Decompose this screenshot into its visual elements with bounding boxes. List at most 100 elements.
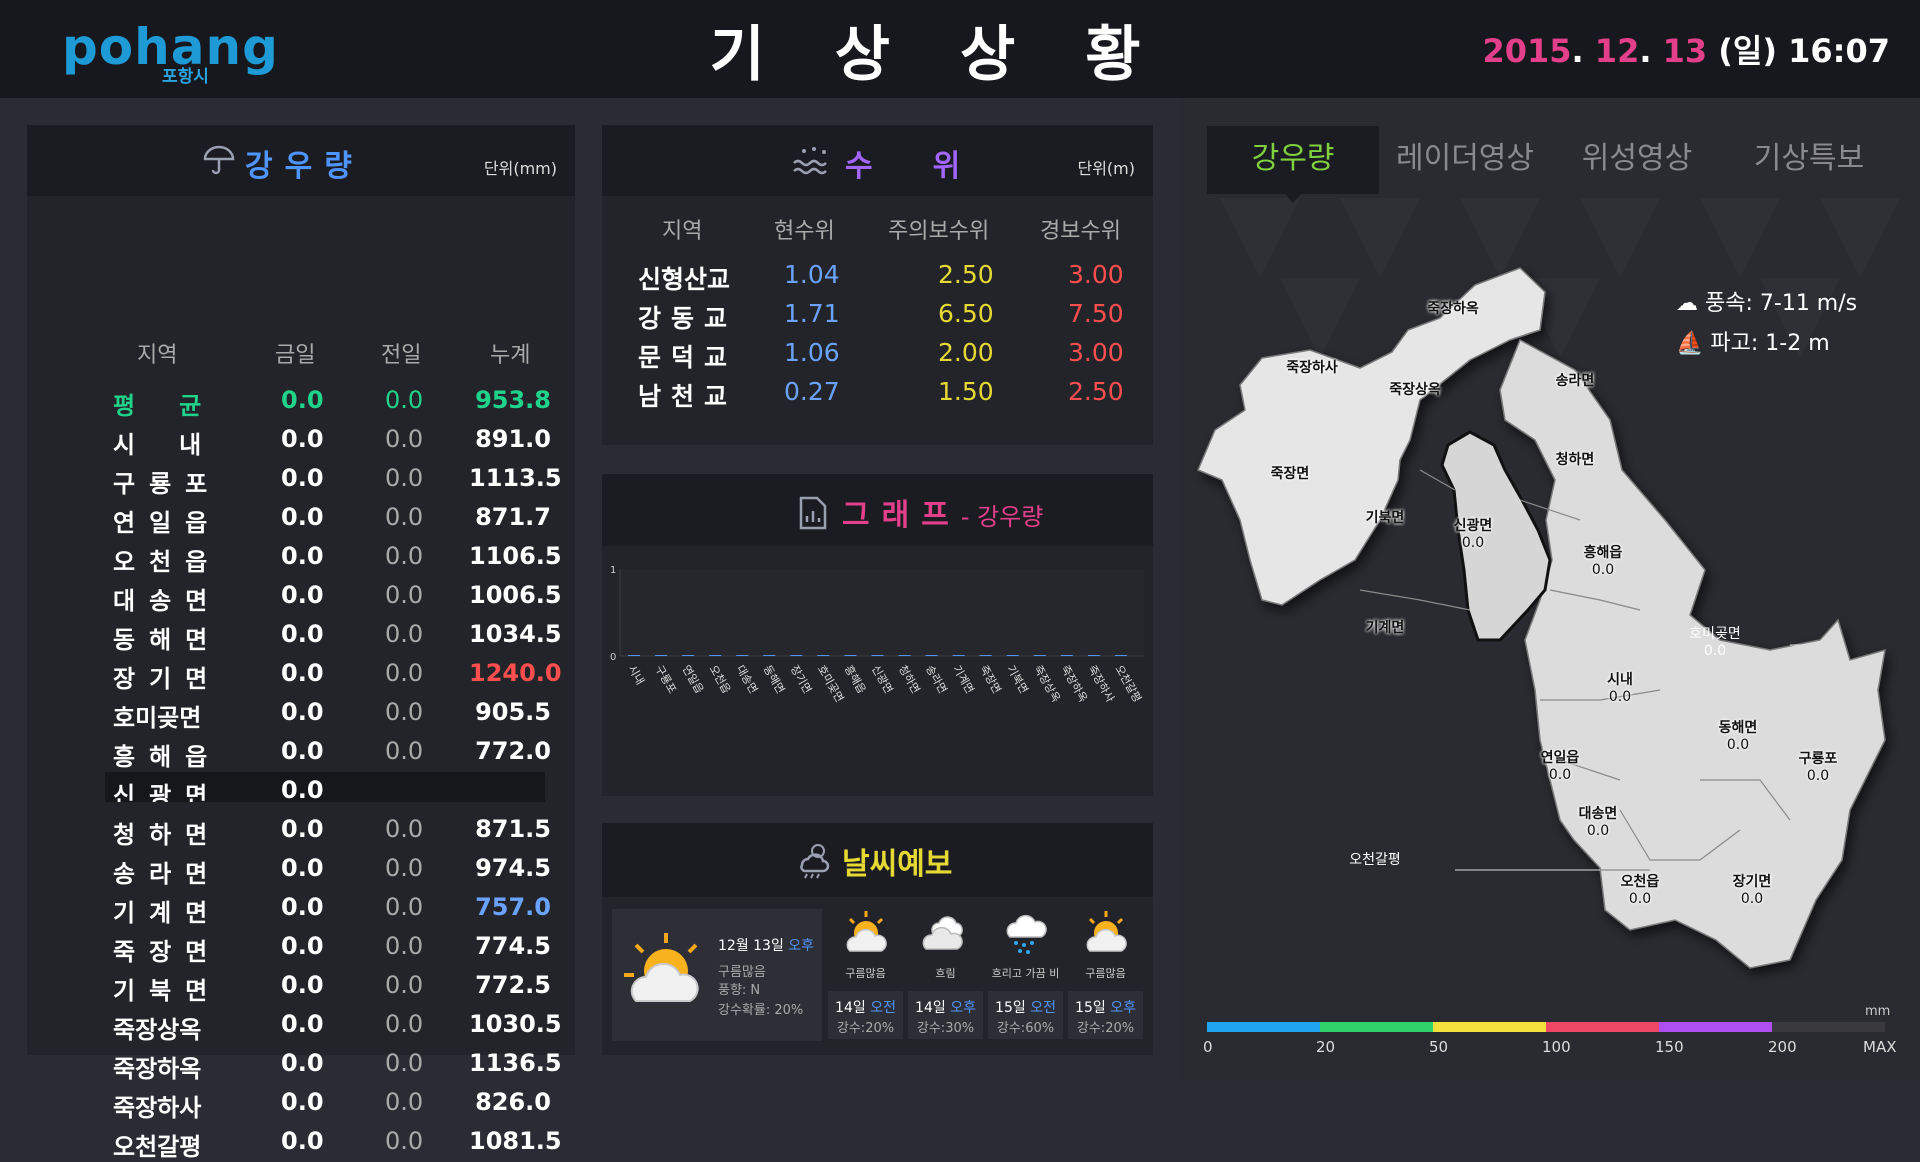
forecast-item[interactable]: 구름많음 15일 오후 강수:20%	[1068, 909, 1143, 1041]
chart-bar[interactable]	[736, 655, 749, 656]
rainfall-row[interactable]: 죽장상옥 0.0 0.0 1030.5	[113, 1006, 562, 1044]
chart-bar[interactable]	[1087, 655, 1100, 656]
rainfall-row[interactable]: 시내 0.0 0.0 891.0	[113, 421, 551, 459]
map-tab[interactable]: 기상특보	[1723, 126, 1895, 194]
graph-title: 그래프- 강우량	[842, 490, 1043, 534]
chart-bar[interactable]	[763, 655, 776, 656]
chart-x-tick: 연일읍	[680, 663, 707, 696]
today-wind: 풍향: N	[718, 983, 761, 998]
map-tab[interactable]: 레이더영상	[1379, 126, 1551, 194]
map-region-label[interactable]: 동해면 0.0	[1698, 720, 1778, 754]
map-region-label[interactable]: 대송면 0.0	[1558, 806, 1638, 840]
chart-bar[interactable]	[817, 655, 830, 656]
chart-bar[interactable]	[979, 655, 992, 656]
rainfall-row[interactable]: 오천갈평 0.0 0.0 1081.5	[113, 1123, 562, 1161]
cloud-rain-icon	[1000, 909, 1052, 961]
map-region-name: 연일읍	[1540, 750, 1580, 766]
water-level-row[interactable]: 신형산교 1.04 2.50 3.00	[638, 260, 1138, 298]
forecast-today[interactable]: 12월 13일 오후 구름많음 풍향: N 강수확률: 20%	[612, 909, 822, 1041]
rainfall-row[interactable]: 구룡포 0.0 0.0 1113.5	[113, 460, 562, 498]
rainfall-row[interactable]: 오천읍 0.0 0.0 1106.5	[113, 538, 562, 576]
chart-bar[interactable]	[844, 655, 857, 656]
rainfall-region: 죽장면	[113, 938, 222, 966]
map-region-label[interactable]: 오천읍 0.0	[1600, 874, 1680, 908]
rainfall-total: 1081.5	[469, 1127, 562, 1155]
chart-bar[interactable]	[655, 655, 668, 656]
rainfall-row[interactable]: 신광면 0.0	[105, 772, 545, 802]
water-level-row[interactable]: 강동교 1.71 6.50 7.50	[638, 299, 1138, 337]
rainfall-row[interactable]: 기계면 0.0 0.0 757.0	[113, 889, 551, 927]
chart-bar[interactable]	[1060, 655, 1073, 656]
rainfall-today: 0.0	[281, 659, 324, 687]
map-region-label[interactable]: 기북면	[1345, 510, 1425, 527]
map-region-label[interactable]: 신광면 0.0	[1433, 518, 1513, 552]
forecast-item[interactable]: 흐림 14일 오후 강수:30%	[908, 909, 983, 1041]
rainfall-region: 장기면	[113, 665, 222, 693]
cloud-sun-icon	[840, 909, 892, 961]
forecast-item[interactable]: 흐리고 가끔 비 15일 오전 강수:60%	[988, 909, 1063, 1041]
rainfall-row[interactable]: 동해면 0.0 0.0 1034.5	[113, 616, 562, 654]
map-region-label[interactable]: 장기면 0.0	[1712, 874, 1792, 908]
rainfall-row[interactable]: 청하면 0.0 0.0 871.5	[113, 811, 551, 849]
pohang-logo[interactable]: pohang 포항시	[62, 18, 278, 88]
map-region-name: 오천갈평	[1349, 852, 1401, 868]
chart-bar[interactable]	[1006, 655, 1019, 656]
logo-subtitle: 포항시	[162, 67, 209, 87]
rainfall-row[interactable]: 죽장하사 0.0 0.0 826.0	[113, 1084, 551, 1122]
forecast-date: 15일 오전	[995, 1000, 1056, 1016]
map-tab[interactable]: 강우량	[1207, 126, 1379, 194]
map-region-name: 동해면	[1718, 720, 1758, 736]
rainfall-row[interactable]: 죽장하옥 0.0 0.0 1136.5	[113, 1045, 562, 1083]
rainfall-row[interactable]: 기북면 0.0 0.0 772.5	[113, 967, 551, 1005]
chart-bar[interactable]	[790, 655, 803, 656]
rainfall-row[interactable]: 연일읍 0.0 0.0 871.7	[113, 499, 551, 537]
chart-bar[interactable]	[709, 655, 722, 656]
map-region-label[interactable]: 죽장면	[1250, 466, 1330, 483]
rainfall-row[interactable]: 죽장면 0.0 0.0 774.5	[113, 928, 551, 966]
map-tab[interactable]: 위성영상	[1551, 126, 1723, 194]
chart-bar[interactable]	[682, 655, 695, 656]
map-region-label[interactable]: 죽장상옥	[1375, 382, 1455, 399]
rainfall-row[interactable]: 평균 0.0 0.0 953.8	[113, 382, 551, 420]
water-level-watch: 2.00	[938, 338, 994, 367]
rainfall-row[interactable]: 장기면 0.0 0.0 1240.0	[113, 655, 562, 693]
chart-bar[interactable]	[628, 655, 640, 656]
rainfall-prev: 0.0	[385, 854, 424, 882]
map-region-label[interactable]: 죽장하사	[1272, 360, 1352, 377]
rainfall-region: 죽장하옥	[113, 1055, 202, 1083]
rainfall-total: 1106.5	[469, 542, 562, 570]
map-region-label[interactable]: 구룡포 0.0	[1778, 751, 1858, 785]
rainfall-row[interactable]: 대송면 0.0 0.0 1006.5	[113, 577, 562, 615]
chart-bar[interactable]	[1033, 655, 1046, 656]
map-region-label[interactable]: 기계면	[1345, 620, 1425, 637]
map-region-label[interactable]: 흥해읍 0.0	[1563, 545, 1643, 579]
water-level-warning: 7.50	[1068, 299, 1124, 328]
map-region-label[interactable]: 죽장하옥	[1413, 301, 1493, 318]
legend-tick: 200	[1768, 1038, 1797, 1056]
rainfall-today: 0.0	[281, 932, 324, 960]
forecast-title: 날씨예보	[842, 847, 953, 882]
map-region-label[interactable]: 오천갈평	[1335, 852, 1415, 869]
map-region-name: 기북면	[1365, 510, 1405, 526]
map-region-label[interactable]: 청하면	[1535, 452, 1615, 469]
rainfall-row[interactable]: 호미곶면 0.0 0.0 905.5	[113, 694, 551, 732]
rainfall-row[interactable]: 흥해읍 0.0 0.0 772.0	[113, 733, 551, 771]
chart-bar[interactable]	[898, 655, 911, 656]
water-level-row[interactable]: 문덕교 1.06 2.00 3.00	[638, 338, 1138, 376]
map-region-label[interactable]: 연일읍 0.0	[1520, 750, 1600, 784]
rainfall-row[interactable]: 송라면 0.0 0.0 974.5	[113, 850, 551, 888]
map-region-label[interactable]: 시내 0.0	[1580, 672, 1660, 706]
chart-bar[interactable]	[871, 655, 884, 656]
chart-bar[interactable]	[925, 655, 938, 656]
rainfall-total: 891.0	[475, 425, 551, 453]
map-region-label[interactable]: 송라면	[1535, 373, 1615, 390]
map-region-label[interactable]: 호미곶면 0.0	[1675, 626, 1755, 660]
rainfall-region: 청하면	[113, 821, 222, 849]
forecast-item[interactable]: 구름많음 14일 오전 강수:20%	[828, 909, 903, 1041]
legend-tick: 100	[1542, 1038, 1571, 1056]
chart-bar[interactable]	[952, 655, 965, 656]
rainfall-total: 1030.5	[469, 1010, 562, 1038]
top-bar: pohang 포항시 기상상황 2015. 12. 13 (일) 16:07	[0, 0, 1920, 98]
water-level-row[interactable]: 남천교 0.27 1.50 2.50	[638, 377, 1138, 415]
chart-bar[interactable]	[1114, 655, 1127, 656]
